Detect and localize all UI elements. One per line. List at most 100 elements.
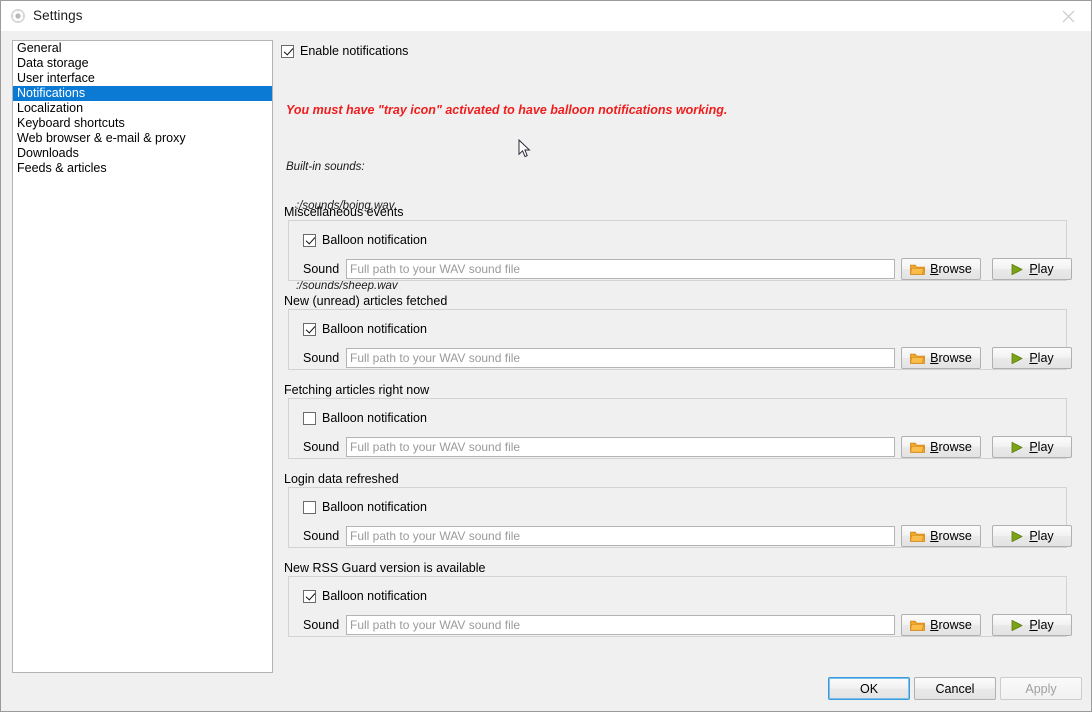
checkbox-box: [303, 323, 316, 336]
group-frame: Balloon notification Sound Browse Play: [288, 576, 1067, 637]
sound-label: Sound: [303, 440, 342, 454]
balloon-notification-checkbox[interactable]: Balloon notification: [303, 500, 427, 514]
enable-notifications-label: Enable notifications: [300, 44, 408, 58]
group-title: Miscellaneous events: [284, 205, 404, 219]
balloon-notification-checkbox[interactable]: Balloon notification: [303, 233, 427, 247]
balloon-notification-label: Balloon notification: [322, 500, 427, 514]
sidebar-item-web-browser-e-mail-proxy[interactable]: Web browser & e-mail & proxy: [13, 131, 272, 146]
sound-path-input[interactable]: [346, 348, 895, 368]
group-title: New (unread) articles fetched: [284, 294, 447, 308]
browse-button-label: Browse: [930, 262, 972, 276]
enable-notifications-checkbox[interactable]: Enable notifications: [281, 44, 408, 58]
group-title: Login data refreshed: [284, 472, 399, 486]
sidebar-item-label: Notifications: [17, 86, 85, 100]
sound-row: Sound Browse Play: [303, 614, 1072, 636]
group-frame: Balloon notification Sound Browse Play: [288, 309, 1067, 370]
group-title: New RSS Guard version is available: [284, 561, 485, 575]
close-icon[interactable]: [1045, 1, 1091, 31]
tray-icon-warning: You must have "tray icon" activated to h…: [286, 103, 727, 117]
browse-button[interactable]: Browse: [901, 258, 981, 280]
sidebar-item-downloads[interactable]: Downloads: [13, 146, 272, 161]
play-button-label: Play: [1029, 351, 1053, 365]
folder-icon: [910, 352, 925, 365]
sound-path-input[interactable]: [346, 259, 895, 279]
sound-row: Sound Browse Play: [303, 258, 1072, 280]
browse-button[interactable]: Browse: [901, 614, 981, 636]
sidebar-item-feeds-articles[interactable]: Feeds & articles: [13, 161, 272, 176]
sound-path-input[interactable]: [346, 526, 895, 546]
sidebar-item-label: Keyboard shortcuts: [17, 116, 125, 130]
sidebar-item-data-storage[interactable]: Data storage: [13, 56, 272, 71]
sound-label: Sound: [303, 262, 342, 276]
sound-label: Sound: [303, 351, 342, 365]
sound-label: Sound: [303, 618, 342, 632]
sidebar-item-label: Web browser & e-mail & proxy: [17, 131, 186, 145]
checkbox-box: [281, 45, 294, 58]
sound-row: Sound Browse Play: [303, 436, 1072, 458]
apply-button[interactable]: Apply: [1000, 677, 1082, 700]
play-icon: [1010, 441, 1024, 454]
sidebar-item-keyboard-shortcuts[interactable]: Keyboard shortcuts: [13, 116, 272, 131]
dialog-button-bar: OK Cancel Apply: [1, 677, 1091, 711]
checkbox-box: [303, 234, 316, 247]
sound-path-input[interactable]: [346, 437, 895, 457]
play-icon: [1010, 619, 1024, 632]
cancel-button[interactable]: Cancel: [914, 677, 996, 700]
browse-button[interactable]: Browse: [901, 347, 981, 369]
gear-icon: [11, 9, 25, 23]
browse-button-label: Browse: [930, 351, 972, 365]
folder-icon: [910, 263, 925, 276]
sidebar-item-general[interactable]: General: [13, 41, 272, 56]
balloon-notification-label: Balloon notification: [322, 322, 427, 336]
builtin-sound-path: :/sounds/sheep.wav: [286, 280, 402, 293]
balloon-notification-label: Balloon notification: [322, 411, 427, 425]
sidebar-item-label: Feeds & articles: [17, 161, 107, 175]
balloon-notification-checkbox[interactable]: Balloon notification: [303, 411, 427, 425]
play-button[interactable]: Play: [992, 347, 1072, 369]
sidebar-item-label: Localization: [17, 101, 83, 115]
group-frame: Balloon notification Sound Browse Play: [288, 398, 1067, 459]
group-frame: Balloon notification Sound Browse Play: [288, 487, 1067, 548]
balloon-notification-label: Balloon notification: [322, 589, 427, 603]
browse-button-label: Browse: [930, 618, 972, 632]
sound-path-input[interactable]: [346, 615, 895, 635]
play-button-label: Play: [1029, 618, 1053, 632]
sound-label: Sound: [303, 529, 342, 543]
checkbox-box: [303, 412, 316, 425]
play-button[interactable]: Play: [992, 525, 1072, 547]
balloon-notification-checkbox[interactable]: Balloon notification: [303, 322, 427, 336]
sound-row: Sound Browse Play: [303, 347, 1072, 369]
settings-window: Settings GeneralData storageUser interfa…: [0, 0, 1092, 712]
window-title: Settings: [33, 8, 83, 23]
browse-button[interactable]: Browse: [901, 436, 981, 458]
play-button[interactable]: Play: [992, 614, 1072, 636]
sidebar-item-label: General: [17, 41, 61, 55]
group-title: Fetching articles right now: [284, 383, 429, 397]
browse-button-label: Browse: [930, 440, 972, 454]
balloon-notification-label: Balloon notification: [322, 233, 427, 247]
browse-button[interactable]: Browse: [901, 525, 981, 547]
checkbox-box: [303, 590, 316, 603]
ok-button[interactable]: OK: [828, 677, 910, 700]
folder-icon: [910, 441, 925, 454]
play-icon: [1010, 263, 1024, 276]
browse-button-label: Browse: [930, 529, 972, 543]
play-button-label: Play: [1029, 440, 1053, 454]
play-icon: [1010, 352, 1024, 365]
play-icon: [1010, 530, 1024, 543]
builtin-sounds-heading: Built-in sounds:: [286, 161, 402, 174]
balloon-notification-checkbox[interactable]: Balloon notification: [303, 589, 427, 603]
settings-category-list[interactable]: GeneralData storageUser interfaceNotific…: [12, 40, 273, 673]
sidebar-item-label: Downloads: [17, 146, 79, 160]
sidebar-item-localization[interactable]: Localization: [13, 101, 272, 116]
folder-icon: [910, 619, 925, 632]
notifications-pane: Enable notifications You must have "tray…: [281, 31, 1081, 711]
play-button-label: Play: [1029, 262, 1053, 276]
folder-icon: [910, 530, 925, 543]
sound-row: Sound Browse Play: [303, 525, 1072, 547]
sidebar-item-user-interface[interactable]: User interface: [13, 71, 272, 86]
play-button-label: Play: [1029, 529, 1053, 543]
play-button[interactable]: Play: [992, 258, 1072, 280]
play-button[interactable]: Play: [992, 436, 1072, 458]
sidebar-item-notifications[interactable]: Notifications: [13, 86, 272, 101]
